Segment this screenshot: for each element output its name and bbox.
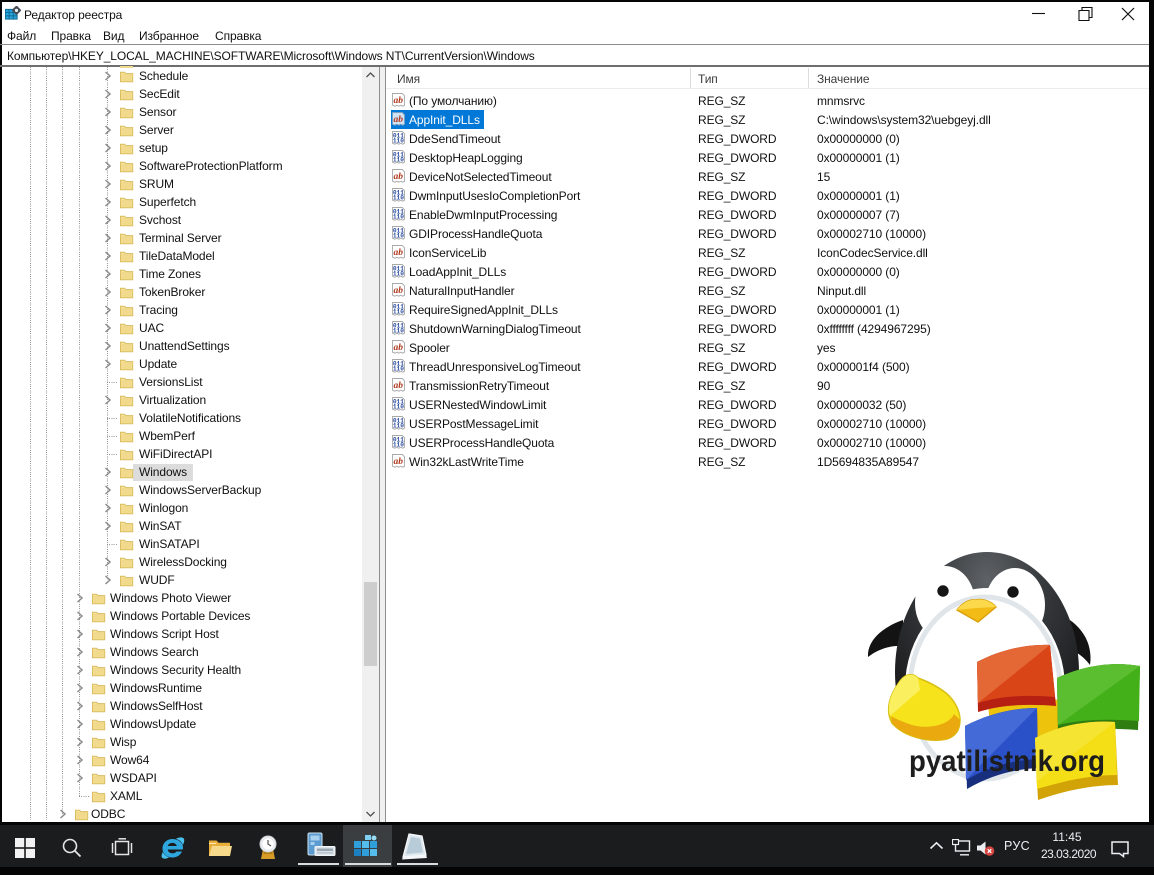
svg-text:110: 110: [393, 270, 404, 277]
svg-text:ab: ab: [394, 343, 404, 353]
svg-text:110: 110: [393, 441, 404, 448]
svg-text:110: 110: [393, 194, 404, 201]
svg-text:110: 110: [393, 156, 404, 163]
svg-text:110: 110: [393, 232, 404, 239]
svg-text:110: 110: [393, 422, 404, 429]
svg-text:110: 110: [393, 213, 404, 220]
svg-text:ab: ab: [394, 381, 404, 391]
svg-text:pyatilistnik.org: pyatilistnik.org: [909, 745, 1105, 778]
svg-text:110: 110: [393, 308, 404, 315]
svg-text:ab: ab: [394, 286, 404, 296]
svg-text:ab: ab: [394, 96, 404, 106]
svg-text:ab: ab: [394, 172, 404, 182]
svg-text:110: 110: [393, 137, 404, 144]
svg-text:110: 110: [393, 327, 404, 334]
svg-text:ab: ab: [394, 457, 404, 467]
svg-text:110: 110: [393, 365, 404, 372]
svg-text:110: 110: [393, 403, 404, 410]
svg-text:ab: ab: [394, 248, 404, 258]
svg-text:ab: ab: [394, 115, 404, 125]
